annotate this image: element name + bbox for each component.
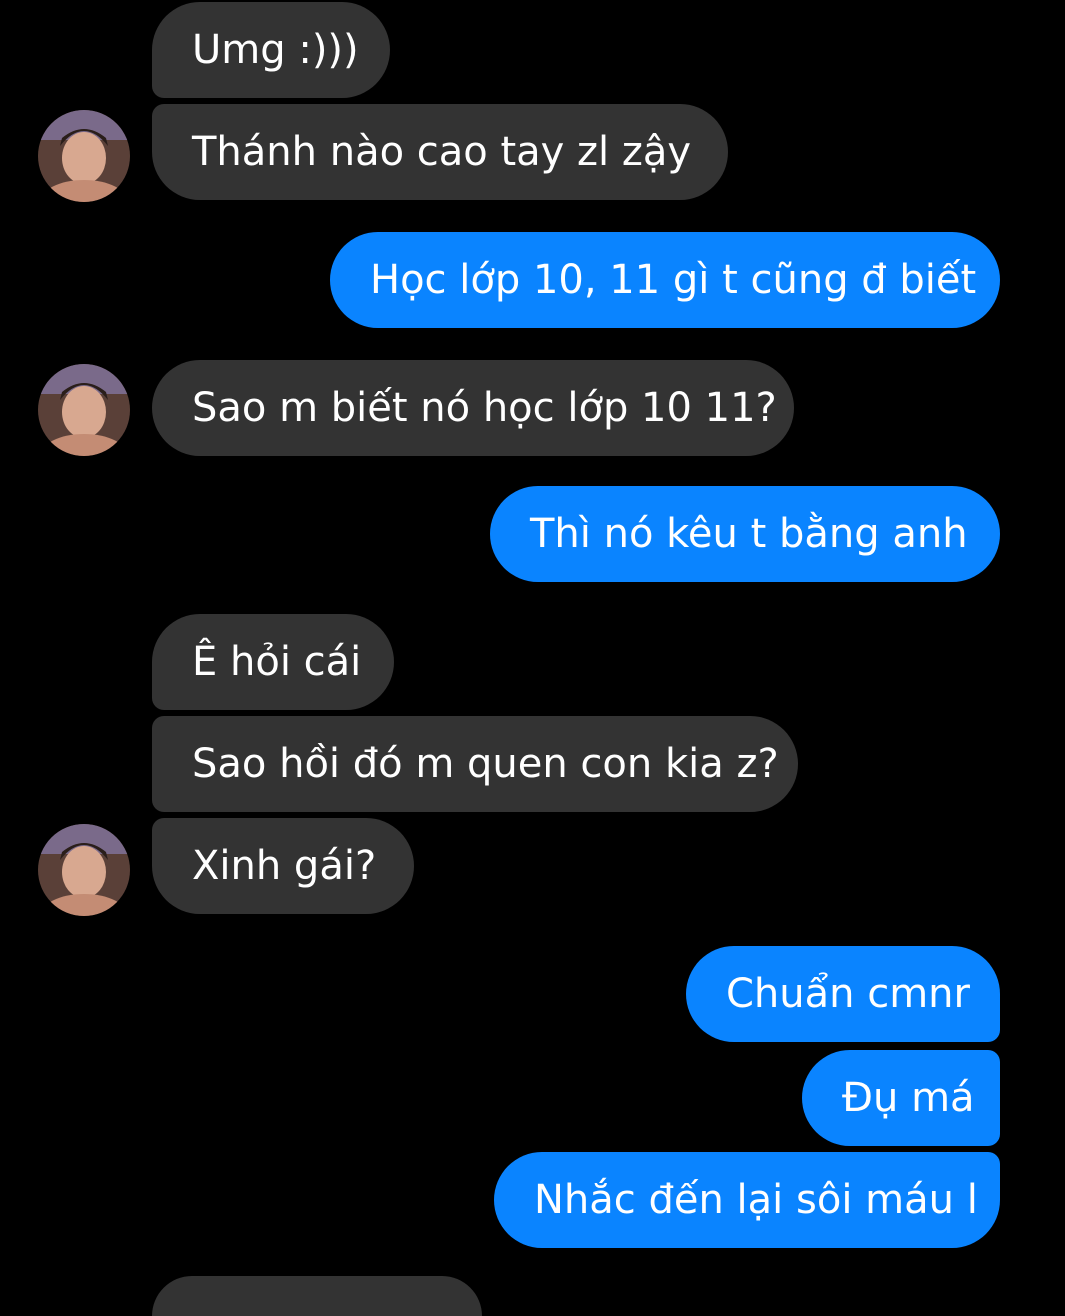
avatar-image (38, 110, 130, 202)
avatar-image (38, 364, 130, 456)
message-bubble-sent[interactable]: Đụ má (802, 1050, 1000, 1146)
contact-avatar[interactable] (38, 364, 130, 456)
message-bubble-sent[interactable]: Chuẩn cmnr (686, 946, 1000, 1042)
message-text: Umg :))) (192, 27, 359, 73)
message-bubble-sent[interactable]: Nhắc đến lại sôi máu l (494, 1152, 1000, 1248)
message-text: Ê hỏi cái (192, 639, 362, 685)
message-bubble-received[interactable]: Sao m biết nó học lớp 10 11? (152, 360, 794, 456)
message-bubble-received[interactable]: Xinh gái? (152, 818, 414, 914)
message-text: Thì nó kêu t bằng anh (530, 511, 968, 557)
message-bubble-received-partial[interactable] (152, 1276, 482, 1316)
message-text: Thánh nào cao tay zl zậy (192, 129, 692, 175)
message-bubble-received[interactable]: Sao hồi đó m quen con kia z? (152, 716, 798, 812)
message-text: Xinh gái? (192, 843, 377, 889)
message-text: Sao hồi đó m quen con kia z? (192, 741, 779, 787)
contact-avatar[interactable] (38, 110, 130, 202)
avatar-image (38, 824, 130, 916)
message-text: Học lớp 10, 11 gì t cũng đ biết (370, 257, 977, 303)
message-bubble-received[interactable]: Thánh nào cao tay zl zậy (152, 104, 728, 200)
message-text: Nhắc đến lại sôi máu l (534, 1177, 978, 1223)
message-bubble-received[interactable]: Ê hỏi cái (152, 614, 394, 710)
message-bubble-received[interactable]: Umg :))) (152, 2, 390, 98)
message-text: Sao m biết nó học lớp 10 11? (192, 385, 777, 431)
message-text: Chuẩn cmnr (726, 971, 970, 1017)
message-text: Đụ má (842, 1075, 975, 1121)
message-bubble-sent[interactable]: Thì nó kêu t bằng anh (490, 486, 1000, 582)
message-bubble-sent[interactable]: Học lớp 10, 11 gì t cũng đ biết (330, 232, 1000, 328)
contact-avatar[interactable] (38, 824, 130, 916)
